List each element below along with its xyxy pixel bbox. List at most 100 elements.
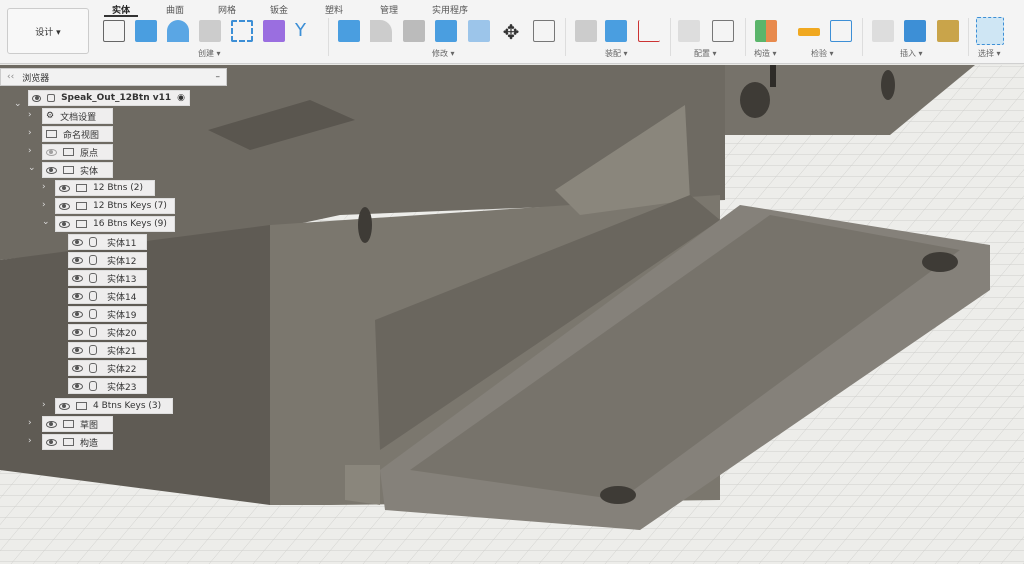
tab-solid[interactable]: 实体 [103, 3, 139, 17]
tree-folder[interactable]: 12 Btns (2) [55, 180, 155, 196]
eye-icon[interactable] [72, 238, 83, 246]
eye-icon[interactable] [46, 438, 57, 446]
item-label: 实体14 [107, 292, 137, 303]
press-pull-icon[interactable] [338, 20, 360, 42]
eye-icon[interactable] [72, 274, 83, 282]
item-label: 实体23 [107, 382, 137, 393]
body-icon [89, 237, 97, 247]
revolve-icon[interactable] [167, 20, 189, 42]
create-sketch-icon[interactable] [103, 20, 125, 42]
body-icon [89, 309, 97, 319]
item-label: 实体22 [107, 364, 137, 375]
plane-icon[interactable] [755, 20, 777, 42]
eye-icon[interactable] [72, 310, 83, 318]
group-select[interactable]: 选择 ▾ [978, 48, 1001, 59]
eye-icon[interactable] [59, 220, 70, 228]
collapse-browser-button[interactable]: ‹‹ [7, 72, 14, 82]
tree-body[interactable]: 实体19 [68, 306, 147, 322]
tree-item-bodies[interactable]: 实体 [42, 162, 113, 178]
tab-surface[interactable]: 曲面 [166, 3, 184, 16]
tab-sheet-metal[interactable]: 钣金 [270, 3, 288, 16]
item-label: 实体12 [107, 256, 137, 267]
component-icon [46, 94, 56, 102]
tree-folder[interactable]: 4 Btns Keys (3) [55, 398, 173, 414]
group-construct[interactable]: 构造 ▾ [754, 48, 777, 59]
insert-mesh-icon[interactable] [937, 20, 959, 42]
gear-icon: ⚙ [46, 111, 55, 121]
group-insert[interactable]: 插入 ▾ [900, 48, 923, 59]
toolbar: 设计 ▾ 实体 曲面 网格 钣金 塑料 管理 实用程序 Y 创建 ▾ ✥ 修改 … [0, 0, 1024, 64]
eye-icon[interactable] [32, 94, 41, 102]
eye-hidden-icon[interactable] [46, 148, 57, 156]
pattern-icon[interactable] [231, 20, 253, 42]
tree-body[interactable]: 实体13 [68, 270, 147, 286]
tree-item-origin[interactable]: 原点 [42, 144, 113, 160]
tree-item-construction[interactable]: 构造 [42, 434, 113, 450]
eye-icon[interactable] [59, 184, 70, 192]
eye-icon[interactable] [72, 292, 83, 300]
tree-body[interactable]: 实体11 [68, 234, 147, 250]
shell-icon[interactable] [403, 20, 425, 42]
tree-item-named-views[interactable]: 命名视图 [42, 126, 113, 142]
item-label: 原点 [80, 148, 99, 159]
group-configure[interactable]: 配置 ▾ [694, 48, 717, 59]
tree-body[interactable]: 实体23 [68, 378, 147, 394]
config-table-icon[interactable] [712, 20, 734, 42]
configure-icon[interactable] [678, 20, 700, 42]
parameters-icon[interactable] [533, 20, 555, 42]
fillet-icon[interactable] [370, 20, 392, 42]
hole-icon[interactable] [199, 20, 221, 42]
tab-manage[interactable]: 管理 [380, 3, 398, 16]
ground-icon[interactable] [638, 20, 660, 42]
tree-root[interactable]: Speak_Out_12Btn v11 ◉ [28, 90, 190, 106]
new-component-icon[interactable] [605, 20, 627, 42]
eye-icon[interactable] [72, 328, 83, 336]
form-icon[interactable] [263, 20, 285, 42]
eye-icon[interactable] [72, 256, 83, 264]
split-body-icon[interactable] [468, 20, 490, 42]
tree-body[interactable]: 实体22 [68, 360, 147, 376]
group-inspect[interactable]: 检验 ▾ [811, 48, 834, 59]
tree-body[interactable]: 实体12 [68, 252, 147, 268]
canvas-image-icon[interactable] [904, 20, 926, 42]
folder-icon [76, 220, 87, 228]
section-analysis-icon[interactable] [830, 20, 852, 42]
eye-icon[interactable] [72, 364, 83, 372]
tab-plastic[interactable]: 塑料 [325, 3, 343, 16]
tree-folder[interactable]: 12 Btns Keys (7) [55, 198, 175, 214]
root-label: Speak_Out_12Btn v11 [61, 93, 172, 103]
chevron-down-icon[interactable]: ⌄ [14, 99, 22, 109]
group-create[interactable]: 创建 ▾ [198, 48, 221, 59]
tree-folder[interactable]: 16 Btns Keys (9) [55, 216, 175, 232]
combine-icon[interactable] [435, 20, 457, 42]
tree-body[interactable]: 实体14 [68, 288, 147, 304]
tab-mesh[interactable]: 网格 [218, 3, 236, 16]
3d-viewport[interactable] [0, 65, 1024, 564]
tree-item-document-settings[interactable]: ⚙ 文档设置 [42, 108, 113, 124]
minimize-browser-button[interactable]: – [216, 72, 221, 82]
eye-icon[interactable] [46, 166, 57, 174]
eye-icon[interactable] [46, 420, 57, 428]
item-label: 构造 [80, 438, 99, 449]
tree-body[interactable]: 实体21 [68, 342, 147, 358]
eye-icon[interactable] [72, 346, 83, 354]
joint-icon[interactable] [575, 20, 597, 42]
tree-body[interactable]: 实体20 [68, 324, 147, 340]
move-icon[interactable]: ✥ [500, 20, 522, 44]
insert-derive-icon[interactable] [872, 20, 894, 42]
measure-icon[interactable] [798, 28, 820, 36]
select-icon[interactable] [976, 17, 1004, 45]
tree-item-sketches[interactable]: 草图 [42, 416, 113, 432]
body-icon [89, 255, 97, 265]
group-modify[interactable]: 修改 ▾ [432, 48, 455, 59]
body-icon [89, 381, 97, 391]
eye-icon[interactable] [72, 382, 83, 390]
extrude-icon[interactable] [135, 20, 157, 42]
derive-icon[interactable]: Y [295, 20, 317, 42]
eye-icon[interactable] [59, 402, 70, 410]
eye-icon[interactable] [59, 202, 70, 210]
tab-utilities[interactable]: 实用程序 [432, 3, 468, 16]
activate-radio-icon[interactable]: ◉ [177, 93, 185, 103]
workspace-dropdown[interactable]: 设计 ▾ [7, 8, 89, 54]
group-assemble[interactable]: 装配 ▾ [605, 48, 628, 59]
